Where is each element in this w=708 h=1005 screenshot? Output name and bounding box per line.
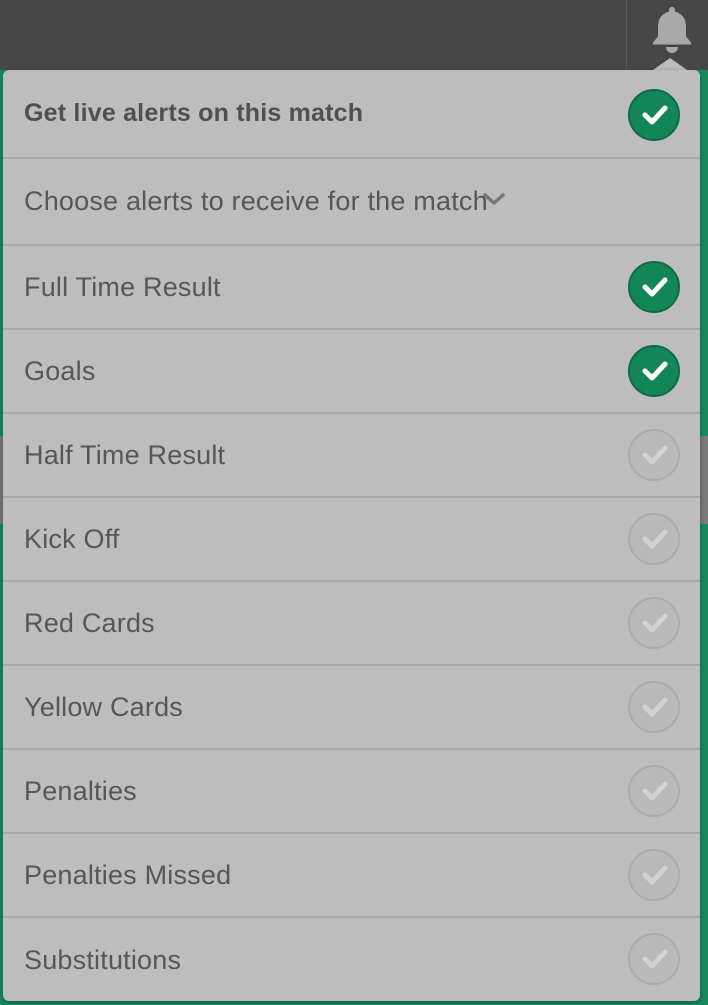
top-bar-divider [626, 0, 627, 70]
checkmark-icon [642, 949, 668, 969]
checkmark-icon [642, 781, 668, 801]
alert-row-full-time-result[interactable]: Full Time Result [3, 246, 700, 330]
bell-icon [653, 7, 691, 53]
alert-row-kick-off[interactable]: Kick Off [3, 498, 700, 582]
chevron-down-icon[interactable] [482, 191, 506, 212]
top-bar [0, 0, 708, 70]
master-toggle-check[interactable] [628, 89, 680, 141]
alert-label: Red Cards [24, 607, 155, 638]
alert-row-goals[interactable]: Goals [3, 330, 700, 414]
master-toggle-label: Get live alerts on this match [24, 99, 364, 127]
master-toggle-row[interactable]: Get live alerts on this match [3, 70, 700, 159]
alert-check-penalties[interactable] [628, 765, 680, 817]
alert-check-half-time-result[interactable] [628, 429, 680, 481]
alert-label: Goals [24, 355, 96, 386]
choose-alerts-row[interactable]: Choose alerts to receive for the match [3, 159, 700, 246]
alert-label: Penalties [24, 775, 137, 806]
checkmark-icon [642, 697, 668, 717]
alert-label: Yellow Cards [24, 691, 183, 722]
alert-label: Kick Off [24, 523, 120, 554]
alert-check-goals[interactable] [628, 345, 680, 397]
alert-check-red-cards[interactable] [628, 597, 680, 649]
choose-alerts-label: Choose alerts to receive for the match [24, 186, 488, 216]
alerts-popover: Get live alerts on this match Choose ale… [3, 70, 700, 1001]
alert-check-penalties-missed[interactable] [628, 849, 680, 901]
checkmark-icon [642, 445, 668, 465]
alert-row-half-time-result[interactable]: Half Time Result [3, 414, 700, 498]
checkmark-icon [642, 865, 668, 885]
background-right [700, 70, 708, 1005]
checkmark-icon [642, 105, 668, 125]
alert-label: Half Time Result [24, 439, 226, 470]
alert-check-yellow-cards[interactable] [628, 681, 680, 733]
alert-row-penalties-missed[interactable]: Penalties Missed [3, 834, 700, 918]
checkmark-icon [642, 277, 668, 297]
alert-label: Penalties Missed [24, 859, 232, 890]
alert-label: Substitutions [24, 944, 182, 975]
checkmark-icon [642, 529, 668, 549]
checkmark-icon [642, 361, 668, 381]
alert-check-substitutions[interactable] [628, 933, 680, 985]
alert-row-substitutions[interactable]: Substitutions [3, 918, 700, 1002]
alert-row-yellow-cards[interactable]: Yellow Cards [3, 666, 700, 750]
alert-row-red-cards[interactable]: Red Cards [3, 582, 700, 666]
checkmark-icon [642, 613, 668, 633]
notifications-button[interactable] [646, 4, 698, 54]
alert-row-penalties[interactable]: Penalties [3, 750, 700, 834]
background-right-grey [700, 436, 708, 524]
alert-check-kick-off[interactable] [628, 513, 680, 565]
alert-check-full-time-result[interactable] [628, 261, 680, 313]
alert-label: Full Time Result [24, 271, 221, 302]
